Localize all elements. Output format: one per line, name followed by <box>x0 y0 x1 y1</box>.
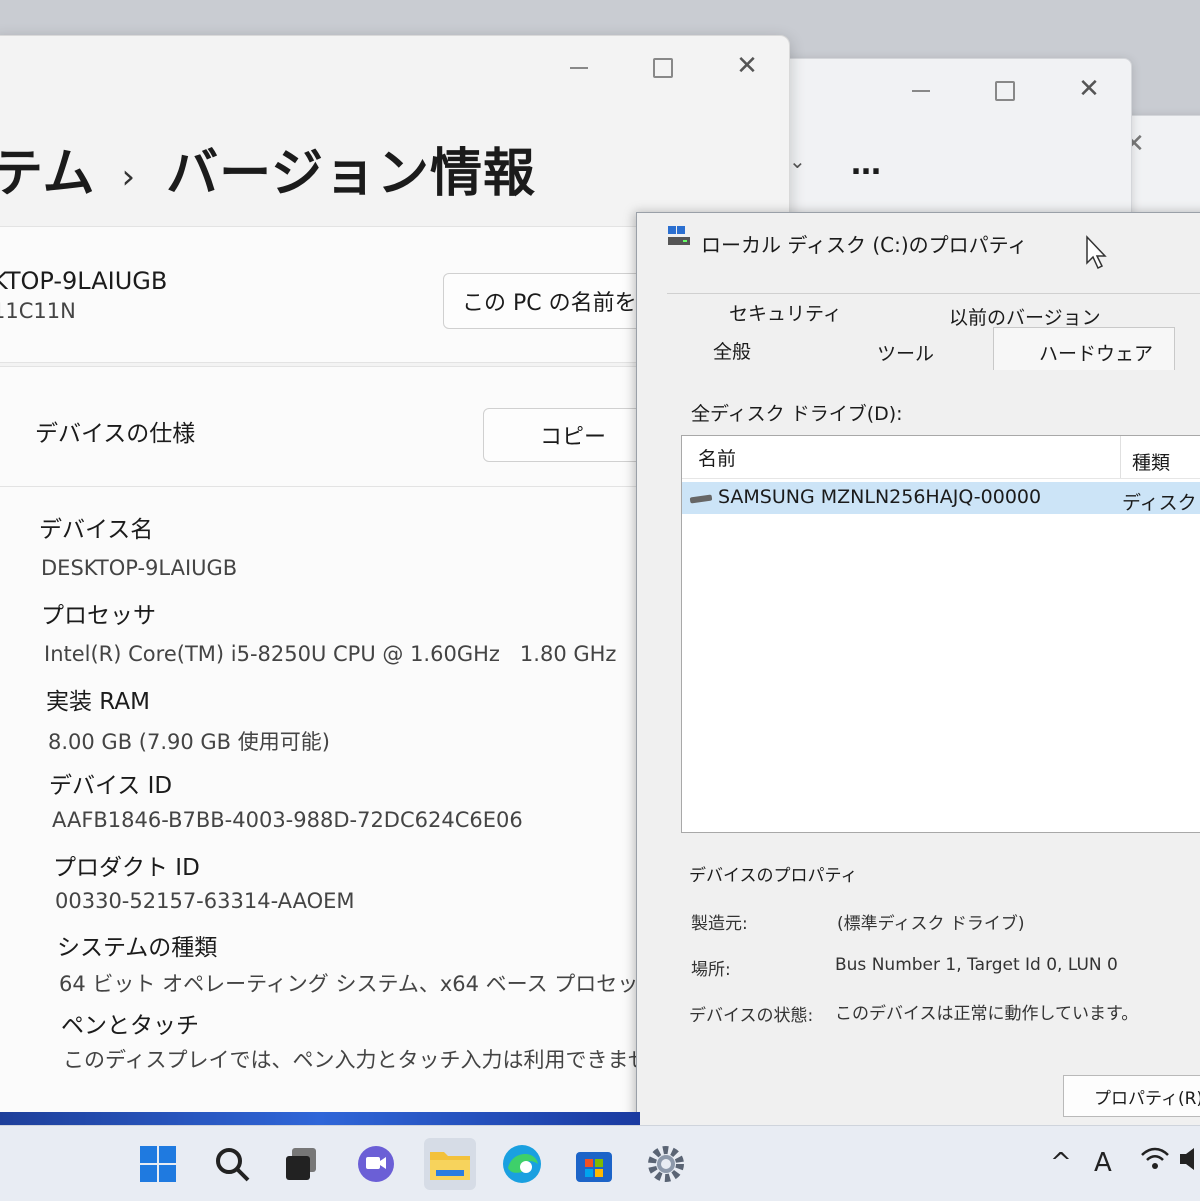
maximize-button[interactable] <box>963 73 1047 106</box>
edge-icon[interactable] <box>496 1138 548 1190</box>
device-specs-title: デバイスの仕様 <box>35 421 196 447</box>
device-status-value: このデバイスは正常に動作しています。 <box>835 1004 1139 1024</box>
properties-button[interactable]: プロパティ(R) <box>1063 1075 1200 1117</box>
disk-drive-list[interactable]: 名前 種類 SAMSUNG MZNLN256HAJQ-00000 ディスク ド <box>681 435 1200 833</box>
drive-name: SAMSUNG MZNLN256HAJQ-00000 <box>718 486 1042 508</box>
tab-security[interactable]: セキュリティ <box>729 299 842 326</box>
all-disk-drives-label: 全ディスク ドライブ(D): <box>691 403 903 425</box>
dialog-title: ローカル ディスク (C:)のプロパティ <box>701 233 1028 257</box>
pc-name: KTOP-9LAIUGB <box>0 267 168 295</box>
spec-value-device-id: AAFB1846-B7BB-4003-988D-72DC624C6E06 <box>52 808 523 832</box>
wifi-icon[interactable] <box>1140 1144 1170 1181</box>
list-item[interactable]: SAMSUNG MZNLN256HAJQ-00000 ディスク ド <box>682 482 1200 514</box>
manufacturer-label: 製造元: <box>691 914 748 934</box>
disk-icon <box>689 494 713 504</box>
tab-previous-versions[interactable]: 以前のバージョン <box>949 303 1101 330</box>
desktop-wallpaper <box>0 1112 640 1126</box>
tab-hardware[interactable]: ハードウェア <box>1039 339 1153 366</box>
mouse-cursor-icon <box>1086 235 1107 270</box>
column-header-type[interactable]: 種類 <box>1132 448 1170 475</box>
device-properties-label: デバイスのプロパティ <box>689 866 858 886</box>
chevron-down-icon[interactable]: ⌄ <box>789 149 806 173</box>
close-button[interactable]: ✕ <box>1047 74 1131 104</box>
spec-value-device-name: DESKTOP-9LAIUGB <box>41 556 238 580</box>
taskbar: ^ A <box>0 1125 1200 1201</box>
device-status-label: デバイスの状態: <box>689 1006 814 1026</box>
breadcrumb-parent[interactable]: テム <box>0 144 95 204</box>
page-title: バージョン情報 <box>166 144 537 204</box>
more-options-button[interactable]: … <box>851 147 883 182</box>
search-icon[interactable] <box>206 1138 258 1190</box>
breadcrumb: テム › バージョン情報 <box>0 131 536 206</box>
column-header-name[interactable]: 名前 <box>698 444 736 471</box>
minimize-button[interactable] <box>879 73 963 106</box>
store-icon[interactable] <box>568 1138 620 1190</box>
spec-label-processor: プロセッサ <box>41 603 156 629</box>
tab-general[interactable]: 全般 <box>713 337 751 364</box>
spec-value-system-type: 64 ビット オペレーティング システム、x64 ベース プロセッサ <box>59 972 660 996</box>
spec-value-ram: 8.00 GB (7.90 GB 使用可能) <box>48 730 330 754</box>
minimize-button[interactable] <box>537 50 621 83</box>
spec-label-system-type: システムの種類 <box>57 935 218 961</box>
background-window-second[interactable]: ✕ ⌄ … <box>780 58 1132 235</box>
tab-row-divider <box>667 293 1200 294</box>
location-label: 場所: <box>691 960 731 980</box>
maximize-icon <box>653 57 673 78</box>
speaker-icon[interactable] <box>1178 1144 1200 1181</box>
spec-value-pen-touch: このディスプレイでは、ペン入力とタッチ入力は利用できません <box>63 1048 670 1072</box>
file-explorer-icon[interactable] <box>424 1138 476 1190</box>
tab-tools[interactable]: ツール <box>877 339 934 366</box>
tray-chevron-icon[interactable]: ^ <box>1050 1148 1072 1178</box>
maximize-button[interactable] <box>621 50 705 83</box>
spec-label-device-id: デバイス ID <box>49 773 173 799</box>
settings-gear-icon[interactable] <box>640 1138 692 1190</box>
maximize-icon <box>995 80 1015 101</box>
task-view-icon[interactable] <box>276 1138 328 1190</box>
spec-label-pen-touch: ペンとタッチ <box>61 1013 199 1039</box>
minimize-icon <box>912 89 930 92</box>
close-button[interactable]: ✕ <box>705 51 789 81</box>
breadcrumb-separator-icon: › <box>121 157 137 197</box>
windows-start-icon[interactable] <box>132 1138 184 1190</box>
spec-value-processor: Intel(R) Core(TM) i5-8250U CPU @ 1.60GHz… <box>44 642 617 666</box>
spec-label-product-id: プロダクト ID <box>53 855 200 881</box>
location-value: Bus Number 1, Target Id 0, LUN 0 <box>835 955 1118 975</box>
minimize-icon <box>570 66 588 69</box>
manufacturer-value: (標準ディスク ドライブ) <box>837 914 1025 934</box>
drive-icon <box>668 226 690 245</box>
ime-indicator[interactable]: A <box>1094 1148 1112 1178</box>
spec-label-device-name: デバイス名 <box>39 517 154 543</box>
list-header: 名前 種類 <box>682 436 1200 479</box>
pc-model: 11C11N <box>0 299 76 323</box>
chat-icon[interactable] <box>350 1138 402 1190</box>
spec-value-product-id: 00330-52157-63314-AAOEM <box>55 889 355 913</box>
divider <box>0 486 691 487</box>
column-divider <box>1120 436 1121 478</box>
drive-type: ディスク ド <box>1122 492 1200 514</box>
spec-label-ram: 実装 RAM <box>46 689 150 715</box>
disk-properties-dialog: ローカル ディスク (C:)のプロパティ セキュリティ 以前のバージョン 全般 … <box>636 212 1200 1134</box>
